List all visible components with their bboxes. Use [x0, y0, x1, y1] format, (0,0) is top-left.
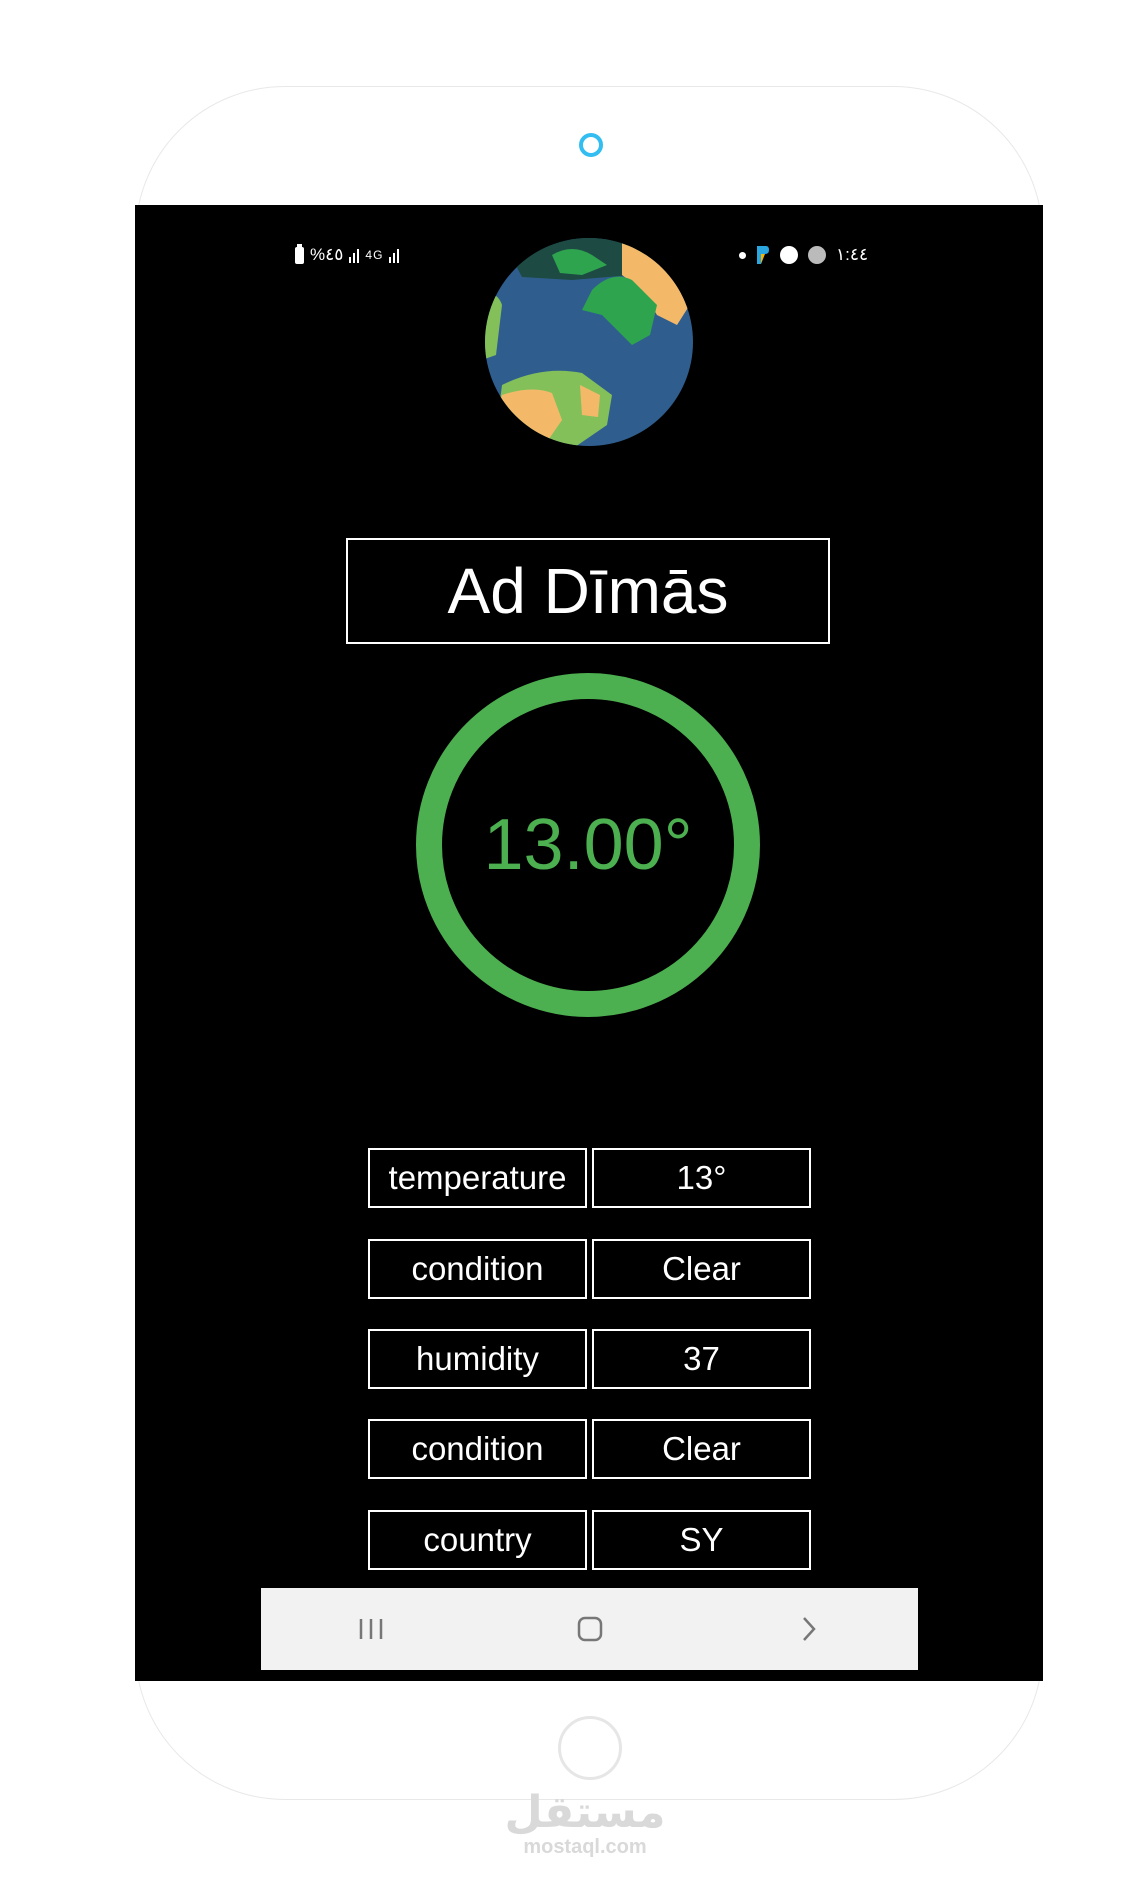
back-button[interactable]	[769, 1599, 849, 1659]
signal-icon	[349, 247, 360, 263]
battery-icon	[295, 243, 304, 264]
status-bar-left: %٤٥ 4G	[295, 243, 400, 265]
app-screen: %٤٥ 4G ١:٤٤ Ad Dīmās 13.00° temperature …	[135, 205, 1043, 1681]
home-icon	[577, 1616, 602, 1642]
recent-apps-button[interactable]	[331, 1599, 411, 1659]
notification-dot-icon	[739, 251, 746, 259]
detail-key: condition	[368, 1239, 587, 1299]
at-sign-icon	[808, 246, 826, 264]
shield-icon	[780, 246, 798, 264]
camera-icon	[579, 133, 603, 157]
detail-key: humidity	[368, 1329, 587, 1389]
watermark: مستقل mostaql.com	[500, 1790, 670, 1859]
detail-value: Clear	[592, 1239, 811, 1299]
temperature-value: 13.00°	[483, 805, 693, 885]
temperature-gauge: 13.00°	[416, 673, 760, 1017]
clock: ١:٤٤	[836, 245, 869, 264]
system-nav-bar	[261, 1588, 918, 1670]
detail-value: 37	[592, 1329, 811, 1389]
signal-icon-2	[389, 247, 400, 263]
detail-key: temperature	[368, 1148, 587, 1208]
physical-home-button[interactable]	[558, 1716, 622, 1780]
status-bar-right: ١:٤٤	[739, 245, 868, 265]
detail-value: 13°	[592, 1148, 811, 1208]
back-icon	[802, 1617, 816, 1641]
network-type: 4G	[365, 248, 384, 262]
app-notification-icon	[757, 246, 769, 264]
home-nav-button[interactable]	[550, 1599, 630, 1659]
battery-percent: %٤٥	[310, 245, 344, 264]
detail-key: condition	[368, 1419, 587, 1479]
watermark-latin: mostaql.com	[523, 1836, 647, 1858]
recent-apps-icon	[359, 1619, 382, 1639]
detail-value: Clear	[592, 1419, 811, 1479]
city-name-box: Ad Dīmās	[346, 538, 830, 644]
detail-key: country	[368, 1510, 587, 1570]
watermark-arabic: مستقل	[504, 1788, 666, 1837]
city-name: Ad Dīmās	[447, 555, 729, 627]
detail-value: SY	[592, 1510, 811, 1570]
earth-icon	[485, 238, 693, 446]
